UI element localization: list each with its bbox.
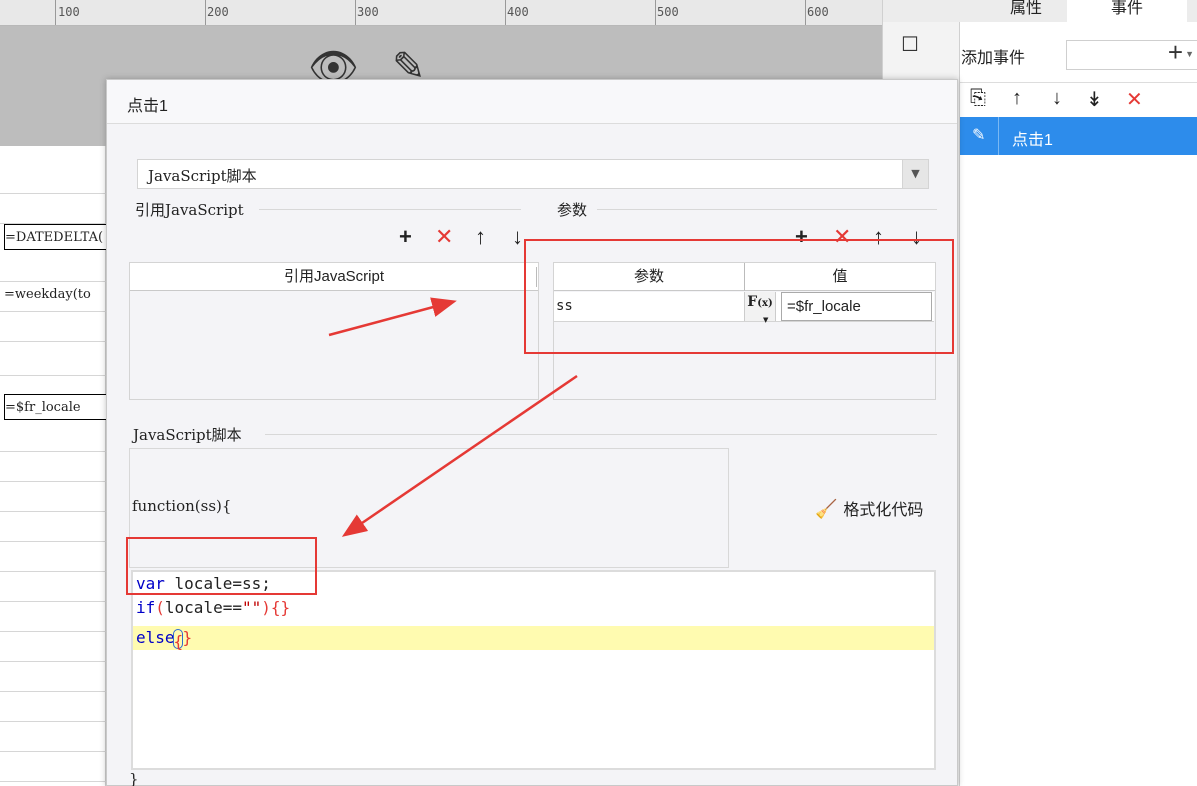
annotation-arrow xyxy=(328,297,457,337)
annotation-arrows xyxy=(328,297,578,537)
annotation-arrow xyxy=(341,374,578,537)
